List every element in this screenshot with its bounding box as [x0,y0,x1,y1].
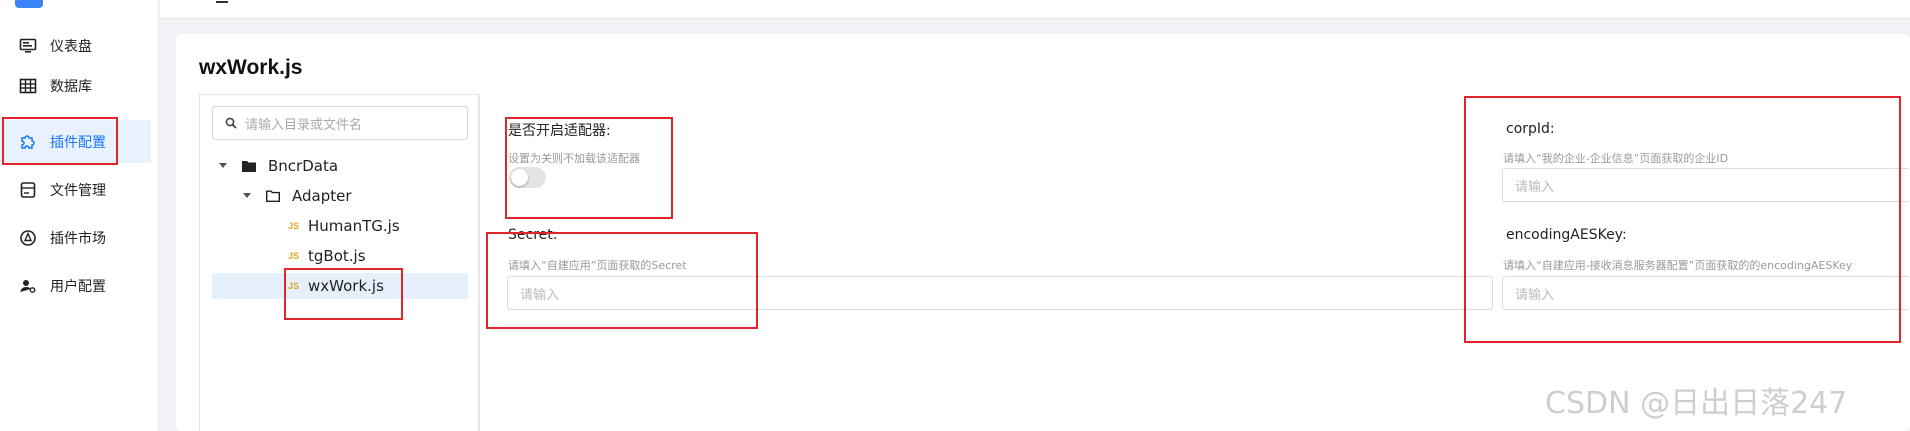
caret-down-icon[interactable] [242,191,252,201]
tree-search-input[interactable]: 请输入目录或文件名 [212,106,468,140]
top-bar [160,0,1910,19]
tree-file-item[interactable]: JS HumanTG.js [288,213,400,239]
caret-down-icon[interactable] [218,161,228,171]
tree-node-root[interactable]: BncrData [218,153,338,179]
tree-file-item[interactable]: JS tgBot.js [288,243,366,269]
annotation-box-sidebar [2,117,118,165]
tree-file-label: tgBot.js [308,247,366,265]
sidebar-item-dashboard[interactable]: 仪表盘 [0,24,151,67]
sidebar-item-label: 插件市场 [50,230,106,247]
sidebar-item-user-config[interactable]: 用户配置 [0,264,151,307]
js-file-icon: JS [288,251,300,261]
annotation-box-secret [486,232,758,329]
watermark-text: CSDN @日出日落247 [1545,386,1848,421]
monitor-icon [18,36,38,56]
page-title: wxWork.js [199,56,303,79]
user-gear-icon [18,276,38,296]
sidebar-item-label: 用户配置 [50,278,106,295]
sidebar-item-file-manager[interactable]: 文件管理 [0,168,151,211]
search-icon [225,117,237,129]
annotation-box-file [284,268,403,320]
js-file-icon: JS [288,221,300,231]
tree-node-label: BncrData [268,157,339,175]
menu-toggle-icon[interactable] [216,0,228,3]
sidebar-item-label: 数据库 [50,78,92,95]
sidebar-item-label: 文件管理 [50,182,106,199]
tree-node-label: Adapter [292,187,352,205]
sidebar-item-plugin-market[interactable]: 插件市场 [0,216,151,259]
file-icon [18,180,38,200]
sidebar-item-database[interactable]: 数据库 [0,64,151,107]
tree-search-placeholder: 请输入目录或文件名 [245,117,363,133]
folder-icon [242,161,256,172]
table-grid-icon [18,76,38,96]
sidebar: 仪表盘 数据库 插件配置 文件管理 插件市场 用户配置 [0,0,159,431]
tree-node-folder[interactable]: Adapter [242,183,352,209]
sidebar-item-label: 仪表盘 [50,38,92,55]
compass-icon [18,228,38,248]
folder-open-icon [266,190,280,202]
annotation-box-corp [1464,96,1901,343]
tree-file-label: HumanTG.js [308,217,400,235]
panel-divider [479,94,480,431]
annotation-box-toggle [505,117,673,219]
logo [15,0,43,8]
